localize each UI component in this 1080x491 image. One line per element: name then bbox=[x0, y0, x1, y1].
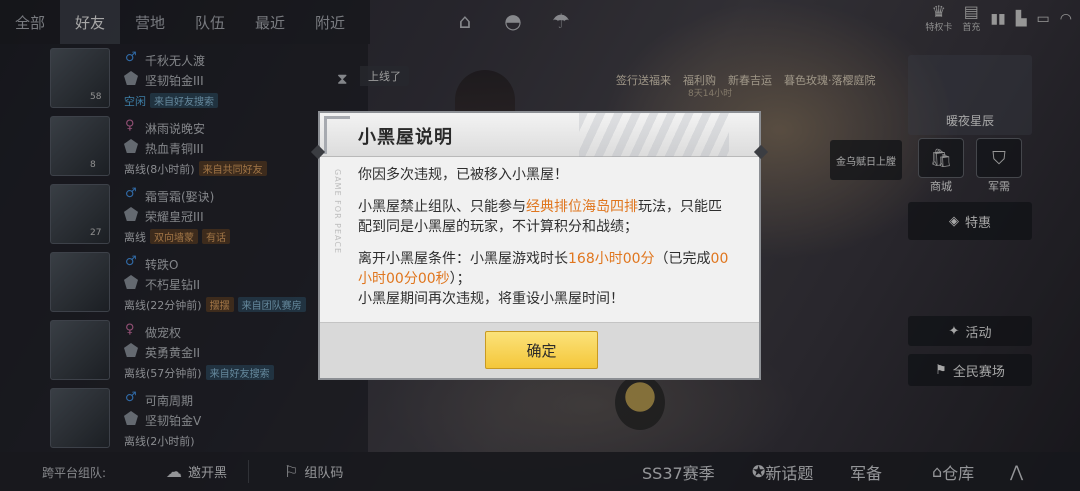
text-segment: 离开小黑屋条件：小黑屋游戏时长 bbox=[358, 251, 568, 267]
text-segment: 小黑屋禁止组队、只能参与 bbox=[358, 199, 526, 215]
dialog-line-1: 你因多次违规，已被移入小黑屋！ bbox=[358, 167, 568, 183]
highlight-required-time: 168小时00分 bbox=[568, 251, 655, 267]
dialog-header: 小黑屋说明 bbox=[320, 113, 759, 157]
text-segment: ）； bbox=[449, 271, 471, 287]
dialog-body: 你因多次违规，已被移入小黑屋！ 小黑屋禁止组队、只能参与经典排位海岛四排玩法，只… bbox=[358, 165, 731, 309]
highlight-mode: 经典排位海岛四排 bbox=[526, 199, 638, 215]
dialog-paragraph-leave-conditions: 离开小黑屋条件：小黑屋游戏时长168小时00分（已完成00小时00分00秒）；小… bbox=[358, 249, 731, 309]
dialog-stripe-decoration bbox=[579, 113, 729, 157]
dialog-title: 小黑屋说明 bbox=[358, 127, 453, 148]
dialog-watermark: GAME FOR PEACE bbox=[333, 169, 342, 255]
dialog-corner-decoration bbox=[324, 116, 350, 154]
confirm-button[interactable]: 确定 bbox=[485, 331, 598, 369]
text-segment: （已完成 bbox=[654, 251, 711, 267]
penalty-dialog: 小黑屋说明 GAME FOR PEACE 你因多次违规，已被移入小黑屋！ 小黑屋… bbox=[310, 111, 769, 380]
dialog-paragraph-restrictions: 小黑屋禁止组队、只能参与经典排位海岛四排玩法，只能匹配到同是小黑屋的玩家，不计算… bbox=[358, 197, 731, 237]
dialog-footer: 确定 bbox=[320, 322, 759, 378]
text-segment: 小黑屋期间再次违规，将重设小黑屋时间！ bbox=[358, 291, 624, 307]
